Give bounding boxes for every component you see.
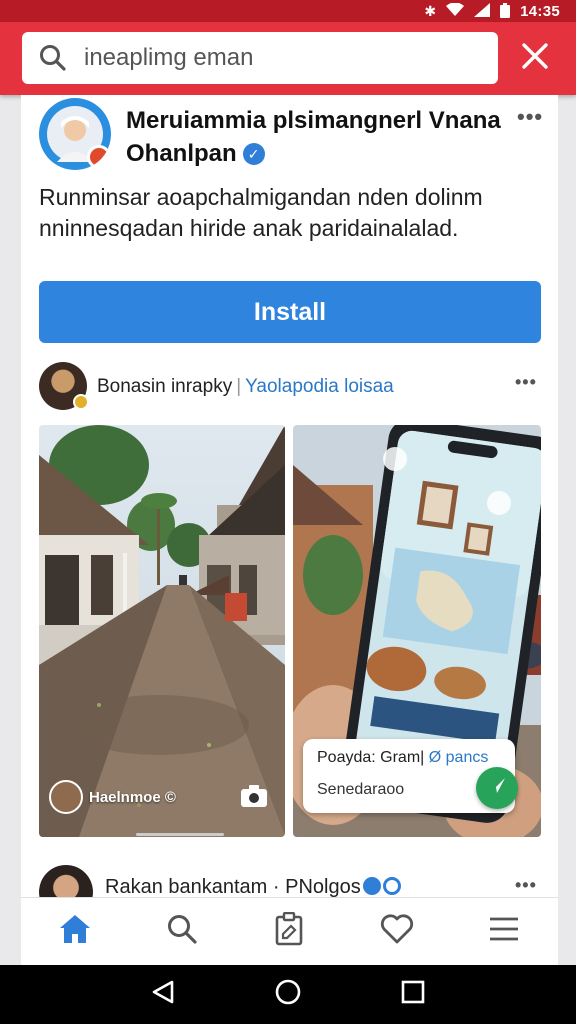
verified-badge-icon: ✓ [242,143,265,165]
home-icon [58,913,92,950]
post-group-name[interactable]: Yaolapodia loisaa [245,376,394,397]
post-photo-street[interactable]: Haelnmoe © [39,425,285,837]
post-photo-phone[interactable]: Poayda: Gram| Ø pancs Senedaraoo [293,425,541,837]
ad-description: Runminsar aoapchalmigandan nden dolinm n… [39,184,483,241]
bottom-tab-bar [21,897,558,965]
next-post-author-text: Rakan bankantam · PNolgos [105,876,361,898]
feed-card: Meruiammia plsimangnerl Vnana Ohanlpan ✓ … [21,95,558,975]
battery-icon [500,2,511,20]
link-preview-subtitle: Senedaraoo [317,781,405,798]
photo-caption-text: Haelnmoe © [89,788,176,806]
clipboard-icon [274,911,304,951]
tab-favorites[interactable] [367,907,427,957]
send-button[interactable] [476,767,518,809]
advertiser-name-text: Meruiammia plsimangnerl Vnana Ohanlpan [126,107,501,167]
advertiser-badge-icon [87,145,111,169]
search-icon [38,43,68,73]
recents-icon [401,980,425,1009]
install-button[interactable]: Install [39,281,541,343]
link-preview-title: Poayda: Gram| Ø pancs [317,749,488,767]
nav-home-button[interactable] [268,975,308,1015]
tab-search[interactable] [152,907,212,957]
photo-caption: Haelnmoe © [49,780,176,814]
tab-menu[interactable] [474,907,534,957]
close-search-button[interactable] [510,38,560,78]
search-bar[interactable] [22,32,498,84]
link-preview-title-prefix: Poayda: Gram| [317,749,425,766]
author-badge-icon [73,394,89,410]
post-header: Bonasin inrapky | Yaolapodia loisaa ••• [39,362,539,412]
nav-back-button[interactable] [143,975,183,1015]
ad-more-options-button[interactable]: ••• [517,104,543,130]
post-more-options-button[interactable]: ••• [515,372,537,393]
back-icon [150,979,176,1010]
sponsored-header: Meruiammia plsimangnerl Vnana Ohanlpan ✓ … [39,98,542,178]
wifi-icon [446,2,465,19]
camera-icon[interactable] [239,783,269,809]
post-author-avatar[interactable] [39,362,89,410]
send-icon [487,776,507,801]
close-icon [521,42,549,75]
search-input[interactable] [84,44,484,72]
status-bar: ✱ 14:35 [0,0,576,22]
bluetooth-icon: ✱ [424,3,437,19]
menu-icon [488,916,520,947]
status-time: 14:35 [520,2,560,20]
advertiser-name[interactable]: Meruiammia plsimangnerl Vnana Ohanlpan ✓ [126,104,506,170]
link-preview-title-highlight: Ø pancs [428,749,489,766]
home-circle-icon [274,978,302,1011]
tab-home[interactable] [45,907,105,957]
tab-clipboard[interactable] [259,907,319,957]
next-post-author[interactable]: Rakan bankantam · PNolgos [105,876,401,899]
caption-avatar [49,780,83,814]
advertiser-avatar[interactable] [39,98,111,170]
signal-icon [474,3,491,19]
top-app-bar: ✱ 14:35 [0,0,576,95]
post-author-line: Bonasin inrapky | Yaolapodia loisaa [97,376,394,398]
author-separator: | [236,376,242,397]
verified-badge-icon [362,877,381,895]
next-post-more-options-button[interactable]: ••• [515,875,537,896]
ring-badge-icon [382,877,401,895]
post-author-name[interactable]: Bonasin inrapky [97,376,232,397]
search-icon [166,913,198,950]
carousel-indicator [136,833,224,836]
nav-recents-button[interactable] [393,975,433,1015]
system-navigation-bar [0,965,576,1024]
heart-icon [380,914,414,949]
